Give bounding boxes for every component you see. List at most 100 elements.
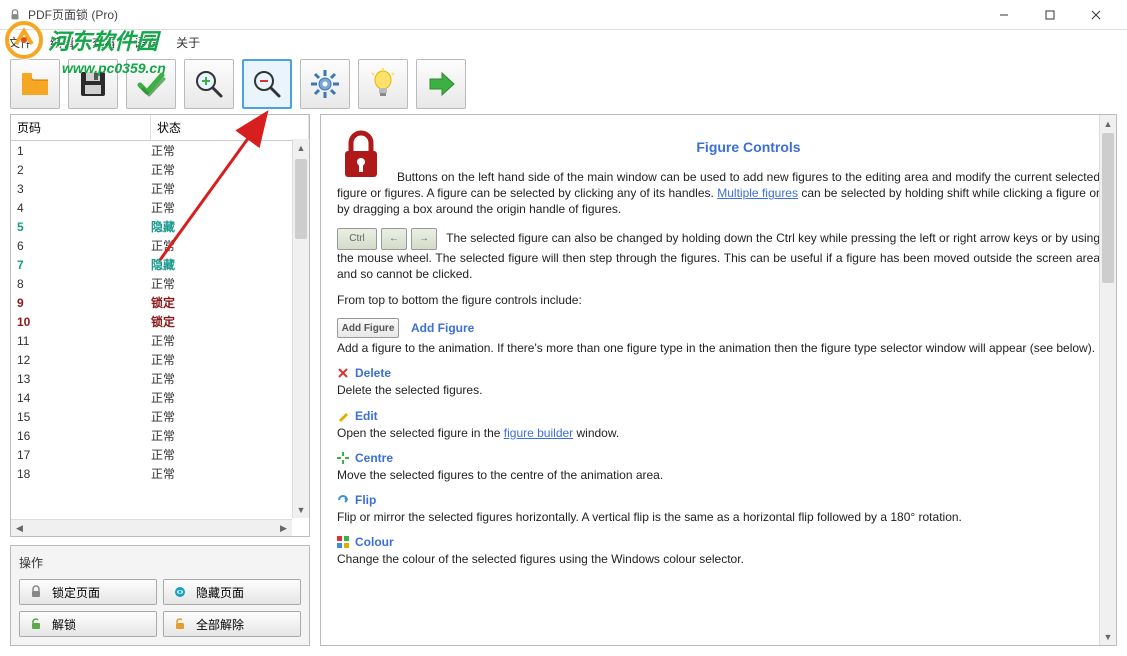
table-row[interactable]: 9锁定	[11, 293, 309, 312]
table-row[interactable]: 2正常	[11, 160, 309, 179]
arrow-right-icon	[424, 67, 458, 101]
nav-buttons-image: Ctrl ← →	[337, 228, 437, 250]
centre-heading: Centre	[337, 451, 1100, 465]
menu-about[interactable]: 关于	[176, 34, 200, 51]
table-row[interactable]: 17正常	[11, 445, 309, 464]
cell-status: 正常	[151, 389, 309, 406]
scroll-down-icon[interactable]: ▼	[1100, 628, 1116, 645]
list-header: 页码 状态	[11, 115, 309, 141]
toolbar-next-button[interactable]	[416, 59, 466, 109]
table-row[interactable]: 8正常	[11, 274, 309, 293]
table-row[interactable]: 3正常	[11, 179, 309, 198]
cell-page: 14	[11, 391, 151, 405]
menu-file[interactable]: 文件	[8, 34, 32, 51]
lock-page-button[interactable]: 锁定页面	[19, 579, 157, 605]
doc-title: Figure Controls	[337, 139, 1100, 155]
hide-page-button[interactable]: 隐藏页面	[163, 579, 301, 605]
cell-status: 锁定	[151, 313, 309, 330]
toolbar-save-button[interactable]	[68, 59, 118, 109]
cell-status: 正常	[151, 351, 309, 368]
table-row[interactable]: 14正常	[11, 388, 309, 407]
nav-right-icon: →	[411, 228, 437, 250]
scroll-thumb[interactable]	[1102, 133, 1114, 283]
cell-status: 正常	[151, 446, 309, 463]
flip-icon	[337, 494, 349, 506]
multiple-figures-link[interactable]: Multiple figures	[717, 186, 798, 200]
table-row[interactable]: 18正常	[11, 464, 309, 483]
delete-icon	[337, 367, 349, 379]
col-status[interactable]: 状态	[151, 115, 309, 140]
scroll-left-icon[interactable]: ◀	[11, 520, 28, 536]
minimize-button[interactable]	[981, 0, 1027, 30]
unlock-all-button[interactable]: 全部解除	[163, 611, 301, 637]
scroll-down-icon[interactable]: ▼	[293, 501, 309, 518]
cell-page: 11	[11, 334, 151, 348]
table-row[interactable]: 16正常	[11, 426, 309, 445]
cell-status: 正常	[151, 142, 309, 159]
centre-desc: Move the selected figures to the centre …	[337, 467, 1100, 483]
list-body[interactable]: 1正常2正常3正常4正常5隐藏6正常7隐藏8正常9锁定10锁定11正常12正常1…	[11, 141, 309, 536]
toolbar-settings-button[interactable]	[300, 59, 350, 109]
lock-page-label: 锁定页面	[52, 584, 100, 601]
table-row[interactable]: 11正常	[11, 331, 309, 350]
doc-p2: Ctrl ← → The selected figure can also be…	[337, 228, 1100, 282]
cell-status: 正常	[151, 427, 309, 444]
table-row[interactable]: 15正常	[11, 407, 309, 426]
table-row[interactable]: 1正常	[11, 141, 309, 160]
title-bar: PDF页面锁 (Pro)	[0, 0, 1127, 30]
scroll-thumb[interactable]	[295, 159, 307, 239]
table-row[interactable]: 6正常	[11, 236, 309, 255]
scroll-up-icon[interactable]: ▲	[293, 139, 309, 156]
cell-status: 正常	[151, 408, 309, 425]
table-row[interactable]: 5隐藏	[11, 217, 309, 236]
col-page[interactable]: 页码	[11, 115, 151, 140]
cell-page: 4	[11, 201, 151, 215]
toolbar-open-button[interactable]	[10, 59, 60, 109]
cell-status: 正常	[151, 370, 309, 387]
check-icon	[134, 67, 168, 101]
scroll-up-icon[interactable]: ▲	[1100, 115, 1116, 132]
figure-builder-link[interactable]: figure builder	[504, 426, 573, 440]
unlock-label: 解锁	[52, 616, 76, 633]
cell-page: 13	[11, 372, 151, 386]
delete-heading: Delete	[337, 366, 1100, 380]
addfig-button-image: Add Figure	[337, 318, 399, 338]
cell-page: 2	[11, 163, 151, 177]
cell-status: 隐藏	[151, 218, 309, 235]
colour-desc: Change the colour of the selected figure…	[337, 551, 1100, 567]
toolbar-zoom-in-button[interactable]	[184, 59, 234, 109]
cell-status: 正常	[151, 465, 309, 482]
menu-view[interactable]: 查看	[92, 34, 116, 51]
list-scroll-vertical[interactable]: ▲ ▼	[292, 139, 309, 518]
unlock-button[interactable]: 解锁	[19, 611, 157, 637]
cell-page: 1	[11, 144, 151, 158]
cell-page: 12	[11, 353, 151, 367]
nav-left-icon: ←	[381, 228, 407, 250]
cell-status: 正常	[151, 275, 309, 292]
cell-page: 7	[11, 258, 151, 272]
toolbar-zoom-out-button[interactable]	[242, 59, 292, 109]
toolbar-hint-button[interactable]	[358, 59, 408, 109]
scroll-right-icon[interactable]: ▶	[275, 520, 292, 536]
colour-icon	[337, 536, 349, 548]
cell-status: 正常	[151, 237, 309, 254]
lock-icon	[28, 584, 44, 600]
table-row[interactable]: 12正常	[11, 350, 309, 369]
addfig-heading: Add Figure Add Figure	[337, 318, 1100, 338]
table-row[interactable]: 4正常	[11, 198, 309, 217]
close-button[interactable]	[1073, 0, 1119, 30]
maximize-button[interactable]	[1027, 0, 1073, 30]
toolbar-apply-button[interactable]	[126, 59, 176, 109]
list-scroll-horizontal[interactable]: ◀ ▶	[11, 519, 292, 536]
unlock-all-label: 全部解除	[196, 616, 244, 633]
table-row[interactable]: 13正常	[11, 369, 309, 388]
table-row[interactable]: 7隐藏	[11, 255, 309, 274]
menu-edit[interactable]: 编辑	[50, 34, 74, 51]
content-scroll-vertical[interactable]: ▲ ▼	[1099, 115, 1116, 645]
flip-heading: Flip	[337, 493, 1100, 507]
menu-language[interactable]: 语言	[134, 34, 158, 51]
zoom-in-icon	[192, 67, 226, 101]
table-row[interactable]: 10锁定	[11, 312, 309, 331]
cell-status: 正常	[151, 332, 309, 349]
cell-status: 锁定	[151, 294, 309, 311]
